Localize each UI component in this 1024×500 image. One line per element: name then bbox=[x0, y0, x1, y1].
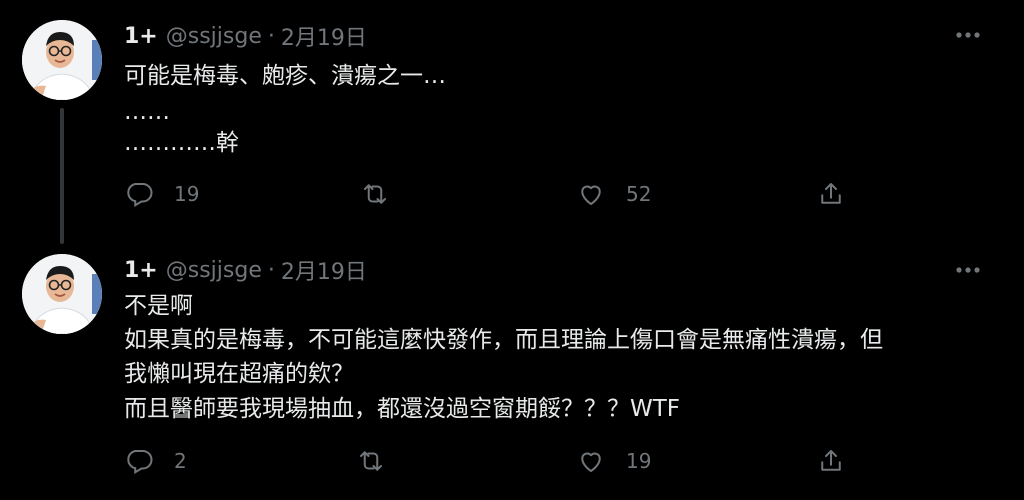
heart-icon bbox=[581, 185, 601, 205]
like-button[interactable]: 19 bbox=[576, 446, 651, 476]
more-options-button[interactable] bbox=[952, 23, 984, 47]
retweet-button[interactable] bbox=[360, 179, 410, 209]
more-horizontal-icon bbox=[956, 32, 980, 38]
avatar[interactable] bbox=[22, 254, 102, 334]
reply-bubble-icon bbox=[127, 183, 153, 208]
avatar[interactable] bbox=[22, 20, 102, 100]
user-handle[interactable]: @ssjjsge bbox=[166, 258, 262, 283]
tweet-text-line: …… bbox=[124, 99, 170, 125]
share-icon bbox=[821, 450, 841, 471]
tweet-1[interactable]: 1+ @ssjjsge · 2月19日 可能是梅毒、皰疹、潰瘍之一… …… ……… bbox=[0, 0, 1024, 244]
thread-connector-line bbox=[60, 108, 64, 244]
share-button[interactable] bbox=[816, 446, 846, 476]
display-name[interactable]: 1+ bbox=[124, 258, 158, 283]
share-icon bbox=[821, 183, 841, 204]
tweet-text-line: 可能是梅毒、皰疹、潰瘍之一… bbox=[124, 63, 446, 89]
tweet-text-line: 如果真的是梅毒，不可能這麼快發作，而且理論上傷口會是無痛性潰瘍，但 bbox=[124, 327, 883, 353]
tweet-actions: 19 52 bbox=[0, 179, 1024, 215]
heart-icon bbox=[581, 452, 601, 472]
tweet-date[interactable]: 2月19日 bbox=[281, 20, 367, 52]
tweet-header: 1+ @ssjjsge · 2月19日 bbox=[124, 254, 367, 286]
like-count: 52 bbox=[626, 182, 652, 206]
reply-count: 19 bbox=[174, 182, 200, 206]
user-handle[interactable]: @ssjjsge bbox=[166, 24, 262, 49]
tweet-text-line: 而且醫師要我現場抽血，都還沒過空窗期餒？？？WTF bbox=[124, 396, 681, 422]
tweet-actions: 2 19 bbox=[0, 446, 1024, 482]
tweet-text-line: …………幹 bbox=[124, 130, 239, 156]
reply-bubble-icon bbox=[127, 450, 153, 475]
tweet-text-line: 我懶叫現在超痛的欸？ bbox=[124, 361, 354, 387]
tweet-date[interactable]: 2月19日 bbox=[281, 254, 367, 286]
more-options-button[interactable] bbox=[952, 258, 984, 282]
like-button[interactable]: 52 bbox=[576, 179, 651, 209]
avatar-photo bbox=[22, 254, 102, 334]
separator-dot: · bbox=[267, 257, 275, 283]
retweet-icon bbox=[360, 451, 382, 471]
share-button[interactable] bbox=[816, 179, 846, 209]
separator-dot: · bbox=[267, 23, 275, 49]
display-name[interactable]: 1+ bbox=[124, 24, 158, 49]
like-count: 19 bbox=[626, 449, 652, 473]
retweet-button[interactable] bbox=[356, 446, 406, 476]
avatar-photo bbox=[22, 20, 102, 100]
reply-count: 2 bbox=[174, 449, 187, 473]
tweet-header: 1+ @ssjjsge · 2月19日 bbox=[124, 20, 367, 52]
tweet-2[interactable]: 1+ @ssjjsge · 2月19日 不是啊 如果真的是梅毒，不可能這麼快發作… bbox=[0, 250, 1024, 500]
reply-button[interactable]: 19 bbox=[124, 179, 199, 209]
retweet-icon bbox=[364, 184, 386, 204]
tweet-text-line: 不是啊 bbox=[124, 293, 193, 319]
reply-button[interactable]: 2 bbox=[124, 446, 187, 476]
more-horizontal-icon bbox=[956, 267, 980, 273]
